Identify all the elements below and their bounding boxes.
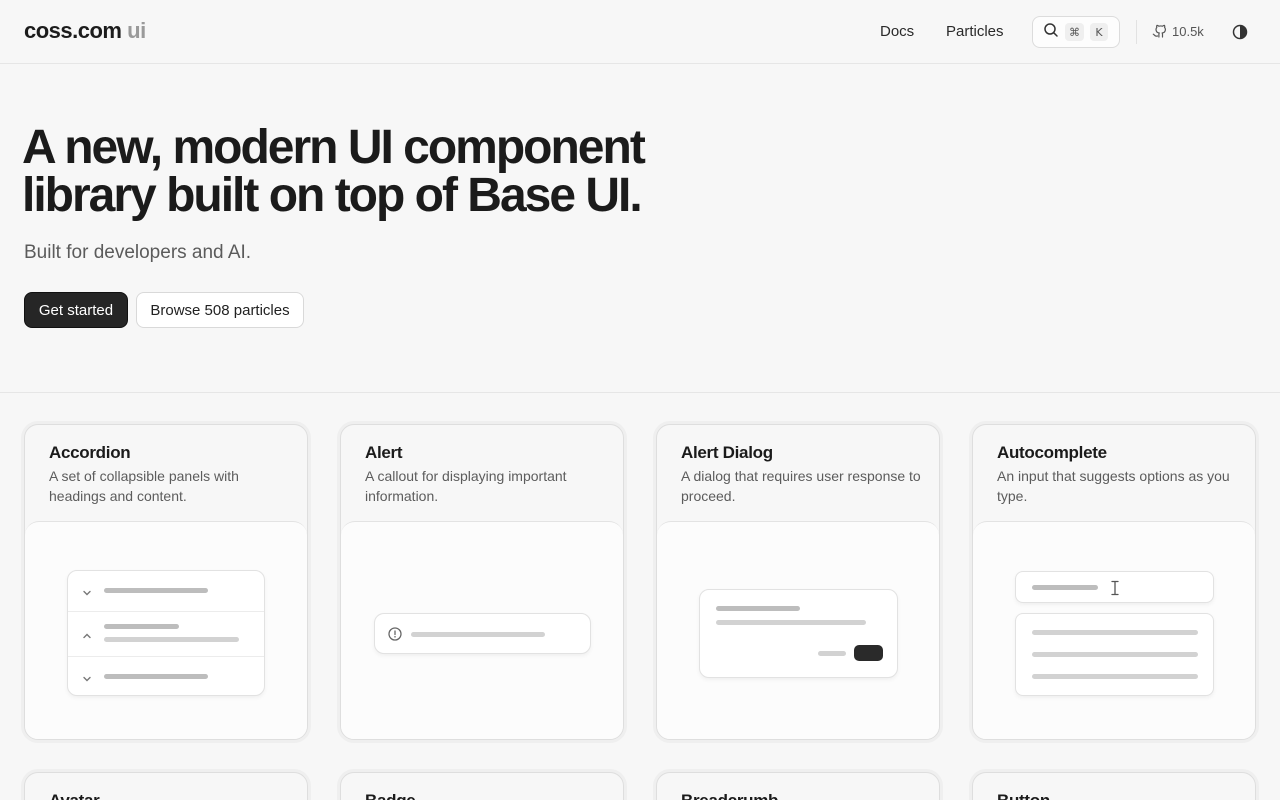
component-card-alert[interactable]: Alert A callout for displaying important… [340, 424, 624, 740]
component-card-button[interactable]: Button [972, 772, 1256, 800]
autocomplete-input-mock [1015, 571, 1214, 603]
placeholder-bar [104, 624, 179, 629]
github-icon [1152, 22, 1168, 41]
card-description: A callout for displaying important infor… [365, 468, 567, 504]
card-title: Avatar [49, 791, 100, 800]
card-title: Badge [365, 791, 416, 800]
card-title: Accordion [49, 443, 131, 462]
hero-title-line-1: A new, modern UI component [22, 121, 646, 174]
nav-particles-link[interactable]: Particles [946, 23, 1004, 40]
placeholder-bar [104, 637, 239, 642]
placeholder-bar [104, 674, 208, 679]
logo-brand: coss.com [24, 18, 122, 43]
alert-mock [374, 613, 591, 654]
component-card-badge[interactable]: Badge [340, 772, 624, 800]
accordion-preview [25, 521, 307, 739]
github-stars-count: 10.5k [1172, 24, 1204, 39]
autocomplete-list-mock [1015, 613, 1214, 696]
theme-toggle-button[interactable] [1231, 23, 1249, 41]
placeholder-bar [716, 620, 866, 625]
alert-dialog-mock [699, 589, 898, 678]
site-logo[interactable]: coss.com ui [24, 18, 146, 44]
logo-suffix: ui [127, 18, 146, 43]
card-description: A dialog that requires user response to … [681, 468, 921, 504]
placeholder-bar [1032, 652, 1198, 657]
placeholder-bar [1032, 585, 1098, 590]
component-card-autocomplete[interactable]: Autocomplete An input that suggests opti… [972, 424, 1256, 740]
placeholder-bar [104, 588, 208, 593]
browse-particles-button[interactable]: Browse 508 particles [136, 292, 304, 328]
component-card-avatar[interactable]: Avatar [24, 772, 308, 800]
row-divider [68, 656, 264, 657]
card-title: Autocomplete [997, 443, 1107, 462]
github-stars-link[interactable]: 10.5k [1152, 22, 1204, 41]
placeholder-bar [1032, 674, 1198, 679]
card-title: Alert Dialog [681, 443, 773, 462]
alert-dialog-preview [657, 521, 939, 739]
component-card-breadcrumb[interactable]: Breadcrumb [656, 772, 940, 800]
component-card-alert-dialog[interactable]: Alert Dialog A dialog that requires user… [656, 424, 940, 740]
nav-docs-link[interactable]: Docs [880, 23, 914, 40]
chevron-up-icon [82, 628, 92, 646]
info-circle-icon [387, 626, 403, 647]
card-title: Alert [365, 443, 403, 462]
top-navigation: coss.com ui Docs Particles ⌘ K 10.5k [0, 0, 1280, 64]
chevron-down-icon [82, 585, 92, 603]
section-divider [0, 392, 1280, 393]
hero-title: A new, modern UI component library built… [22, 124, 722, 220]
placeholder-bar [818, 651, 846, 656]
hero-subtitle: Built for developers and AI. [24, 242, 252, 263]
card-title: Breadcrumb [681, 791, 778, 800]
card-description: An input that suggests options as you ty… [997, 468, 1230, 504]
kbd-command: ⌘ [1065, 23, 1084, 41]
text-cursor-icon [1110, 580, 1120, 601]
dialog-action-button-mock [854, 645, 883, 661]
row-divider [68, 611, 264, 612]
alert-preview [341, 521, 623, 739]
kbd-k: K [1090, 23, 1108, 41]
header-divider [1136, 20, 1137, 44]
card-title: Button [997, 791, 1050, 800]
search-icon [1043, 22, 1059, 43]
get-started-button[interactable]: Get started [24, 292, 128, 328]
autocomplete-preview [973, 521, 1255, 739]
search-button[interactable]: ⌘ K [1032, 16, 1120, 48]
chevron-down-icon [82, 671, 92, 689]
accordion-mock [67, 570, 265, 696]
theme-toggle-icon [1231, 24, 1249, 45]
card-description: A set of collapsible panels with heading… [49, 468, 239, 504]
placeholder-bar [1032, 630, 1198, 635]
component-card-accordion[interactable]: Accordion A set of collapsible panels wi… [24, 424, 308, 740]
hero-title-line-2: library built on top of Base UI. [22, 169, 643, 222]
placeholder-bar [411, 632, 545, 637]
placeholder-bar [716, 606, 800, 611]
